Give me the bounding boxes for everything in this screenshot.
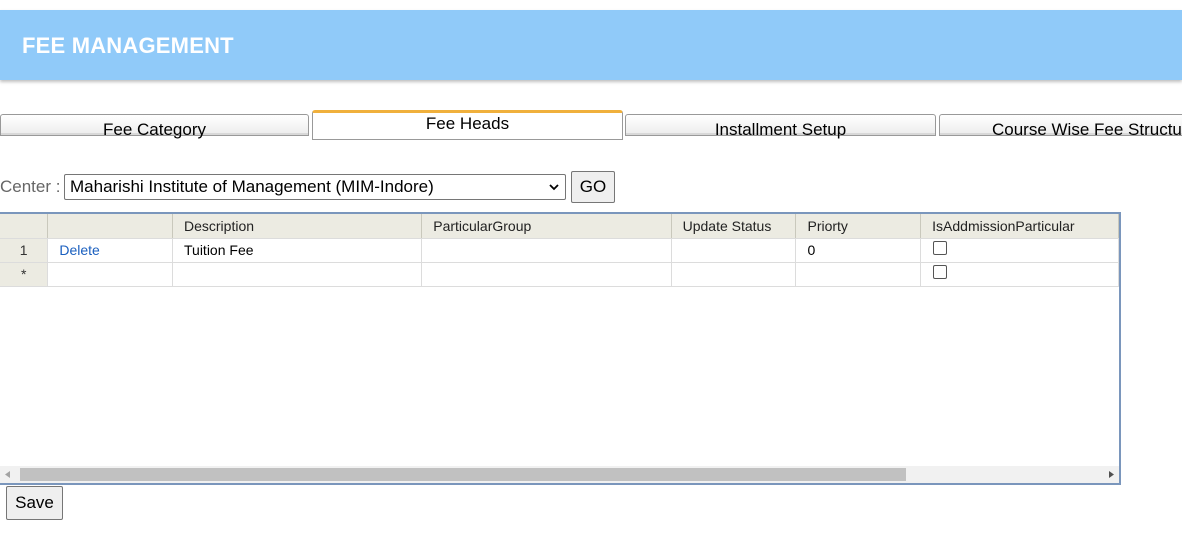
tab-course-wise-fee-structure[interactable]: Course Wise Fee Structure [939, 114, 1182, 139]
chevron-down-icon [549, 184, 559, 191]
column-header-is-admission-particular[interactable]: IsAddmissionParticular [920, 214, 1119, 239]
update-status-cell[interactable] [671, 262, 797, 287]
column-header-update-status[interactable]: Update Status [671, 214, 797, 239]
go-button[interactable]: GO [571, 171, 615, 203]
tab-bar: Fee Category Fee Heads Installment Setup… [0, 110, 1182, 142]
column-header-particular-group[interactable]: ParticularGroup [421, 214, 672, 239]
is-admission-particular-checkbox[interactable] [933, 265, 948, 280]
page-title: FEE MANAGEMENT [22, 33, 234, 58]
table-row-new: * [0, 262, 1119, 287]
delete-link-cell: Delete [47, 238, 173, 263]
delete-link[interactable]: Delete [59, 242, 99, 258]
is-admission-particular-cell [920, 238, 1119, 263]
tab-label: Course Wise Fee Structure [991, 120, 1182, 139]
particular-group-cell[interactable] [421, 238, 672, 263]
row-header: 1 [0, 238, 49, 263]
is-admission-particular-checkbox[interactable] [933, 241, 948, 256]
fee-heads-table: Description ParticularGroup Update Statu… [0, 214, 1119, 287]
column-header-priorty[interactable]: Priorty [795, 214, 922, 239]
center-select[interactable]: Maharishi Institute of Management (MIM-I… [64, 174, 566, 200]
column-header [0, 214, 49, 239]
priorty-cell[interactable]: 0 [795, 238, 922, 263]
center-select-value: Maharishi Institute of Management (MIM-I… [70, 177, 434, 196]
center-label: Center : [0, 177, 61, 196]
tab-label: Installment Setup [714, 120, 847, 139]
scroll-right-arrow-icon[interactable] [1102, 466, 1119, 483]
particular-group-cell[interactable] [421, 262, 672, 287]
description-cell[interactable] [172, 262, 423, 287]
priorty-cell[interactable] [795, 262, 922, 287]
page-header: FEE MANAGEMENT [0, 10, 1182, 80]
description-cell[interactable]: Tuition Fee [172, 238, 423, 263]
scroll-left-arrow-icon[interactable] [0, 466, 17, 483]
tab-label: Fee Heads [425, 114, 510, 133]
tab-installment-setup[interactable]: Installment Setup [625, 114, 936, 139]
table-row: 1 Delete Tuition Fee 0 [0, 238, 1119, 263]
scrollbar-thumb[interactable] [20, 468, 906, 481]
tab-fee-heads[interactable]: Fee Heads [312, 110, 623, 140]
update-status-cell[interactable] [671, 238, 797, 263]
column-header [47, 214, 173, 239]
column-header-description[interactable]: Description [172, 214, 423, 239]
action-cell [47, 262, 173, 287]
horizontal-scrollbar[interactable] [0, 466, 1119, 483]
save-button[interactable]: Save [6, 486, 63, 520]
is-admission-particular-cell [920, 262, 1119, 287]
row-header: * [0, 262, 49, 287]
tab-label: Fee Category [103, 120, 206, 139]
tab-fee-category[interactable]: Fee Category [0, 114, 309, 139]
table-header-row: Description ParticularGroup Update Statu… [0, 214, 1119, 239]
fee-heads-grid: Description ParticularGroup Update Statu… [0, 212, 1121, 485]
